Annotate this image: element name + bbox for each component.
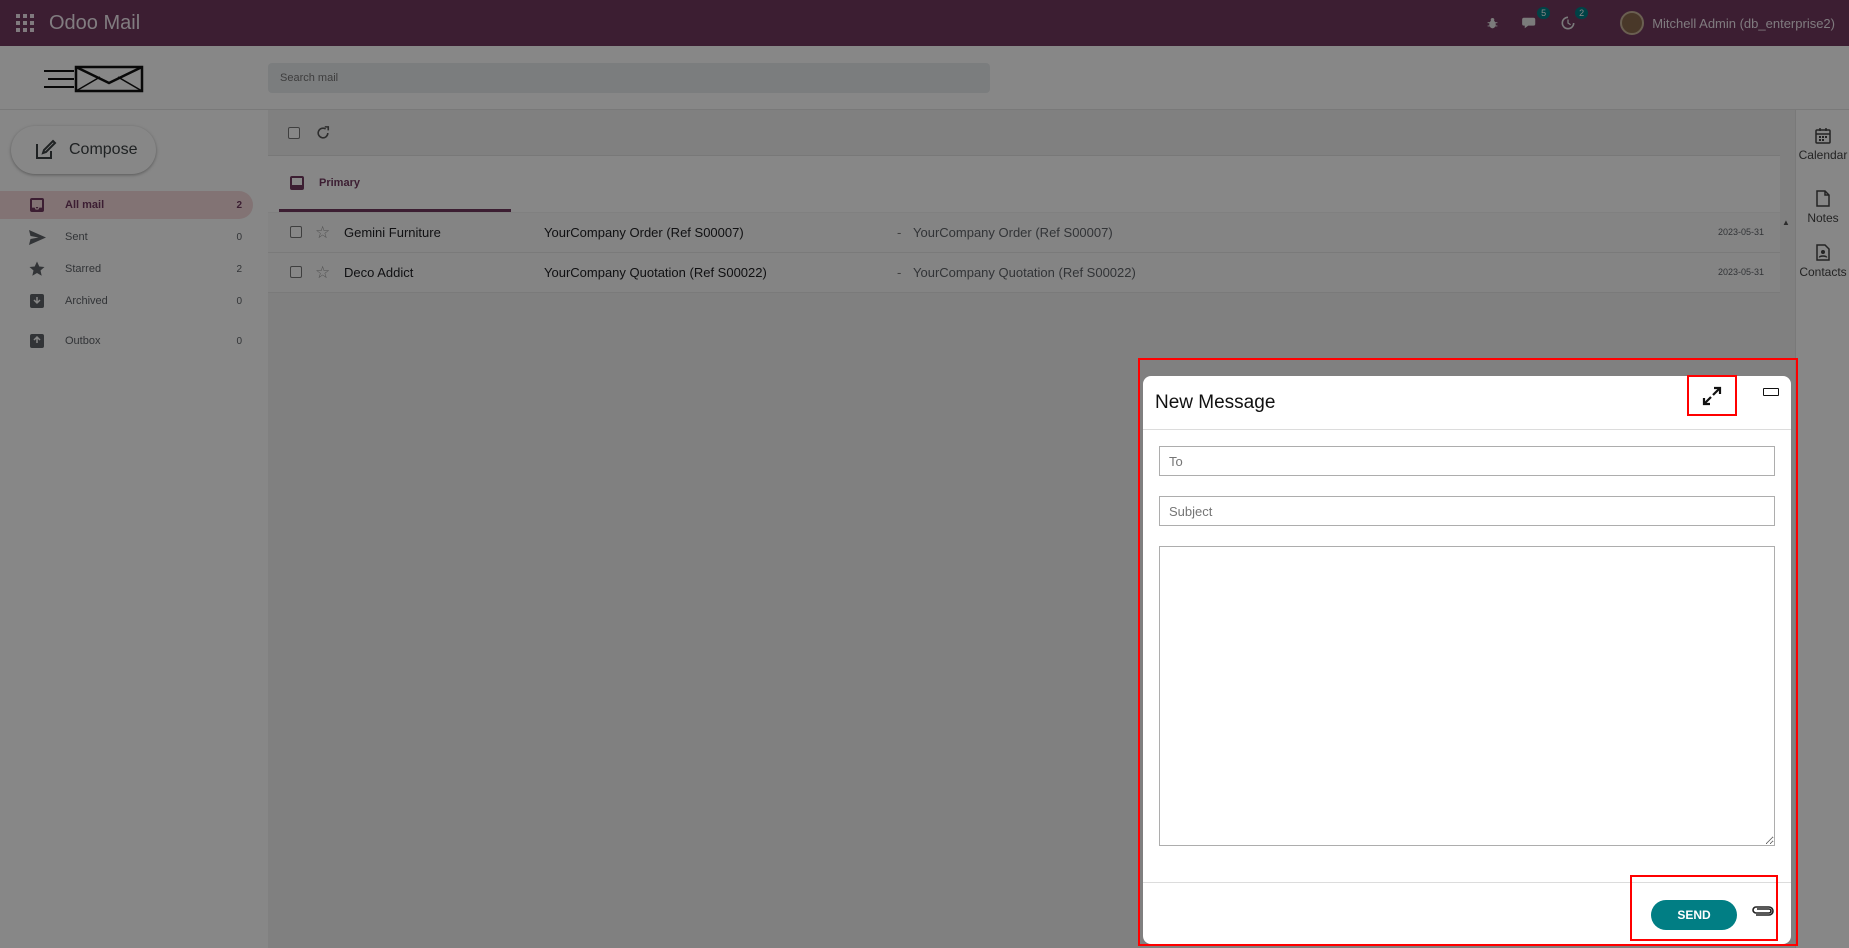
message-body-textarea[interactable] (1159, 546, 1775, 846)
dialog-title: New Message (1155, 392, 1276, 413)
dialog-header-divider (1143, 429, 1791, 430)
to-field[interactable] (1159, 446, 1775, 476)
compose-dialog: New Message SEND (1143, 375, 1791, 944)
minimize-icon[interactable] (1763, 388, 1779, 396)
expand-button[interactable] (1687, 375, 1737, 416)
send-button[interactable]: SEND (1651, 900, 1737, 930)
paperclip-attach-icon[interactable] (1750, 903, 1774, 917)
expand-arrows-icon (1702, 386, 1722, 405)
subject-field[interactable] (1159, 496, 1775, 526)
